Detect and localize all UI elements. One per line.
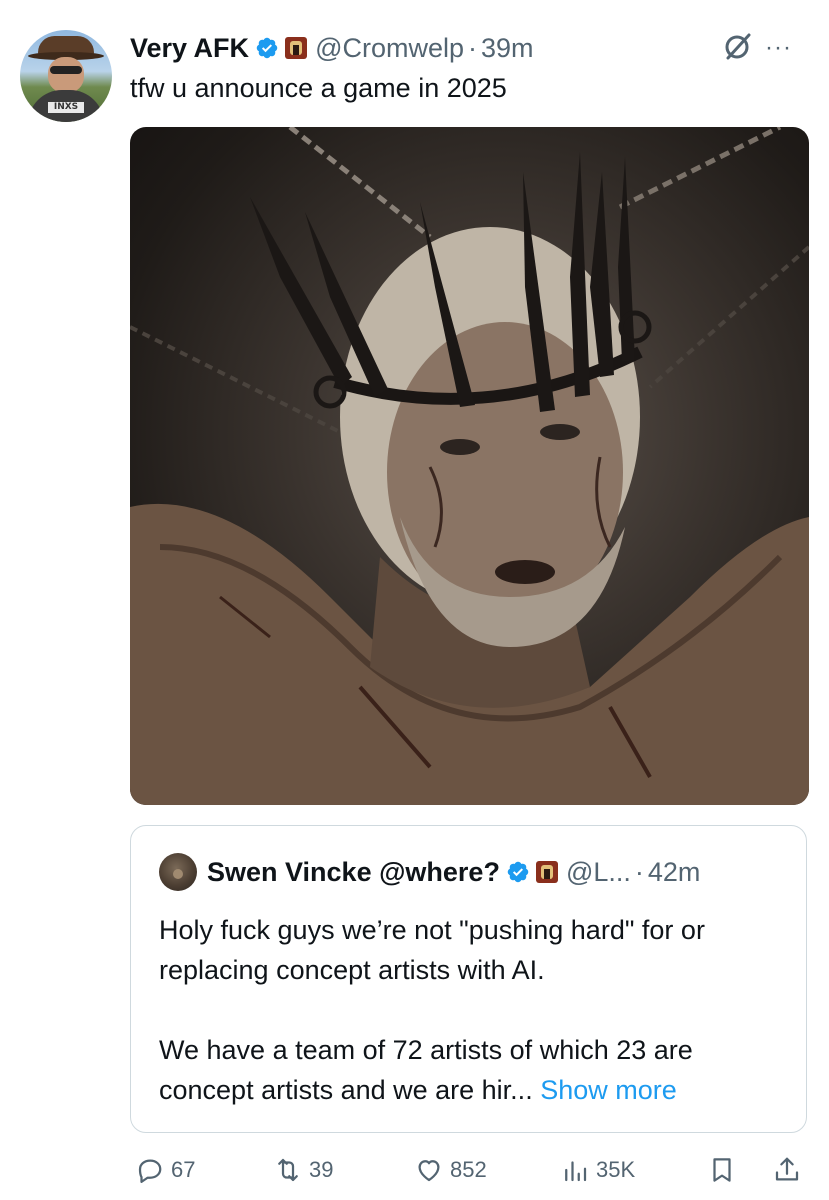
bookmark-button[interactable] xyxy=(707,1150,737,1190)
affiliate-badge-icon xyxy=(535,861,558,883)
quoted-paragraph-1: Holy fuck guys we’re not "pushing hard" … xyxy=(159,915,705,985)
quoted-author-name: Swen Vincke @where? xyxy=(207,856,500,887)
tweet-action-bar: 67 39 852 35K xyxy=(130,1150,810,1190)
author-name[interactable]: Very AFK xyxy=(130,33,249,64)
views-count: 35K xyxy=(596,1157,636,1182)
like-count: 852 xyxy=(450,1157,487,1182)
views-chart-icon xyxy=(565,1161,587,1182)
retweet-count: 39 xyxy=(309,1157,334,1182)
reply-icon xyxy=(138,1159,162,1183)
share-button[interactable] xyxy=(772,1150,802,1190)
crowned-figure-illustration xyxy=(130,127,809,805)
show-more-link[interactable]: Show more xyxy=(540,1075,677,1105)
more-options-icon[interactable]: ··· xyxy=(765,34,792,62)
quoted-tweet[interactable]: Swen Vincke @where? @L... · 42m Holy fuc… xyxy=(130,825,807,1133)
tweet-text: tfw u announce a game in 2025 xyxy=(130,73,507,103)
reply-button[interactable]: 67 xyxy=(135,1150,195,1190)
affiliate-badge-icon[interactable] xyxy=(285,37,308,59)
verified-badge-icon xyxy=(256,37,278,59)
bookmark-icon xyxy=(713,1158,731,1182)
quoted-tweet-text: Holy fuck guys we’re not "pushing hard" … xyxy=(159,910,789,1110)
grok-icon[interactable] xyxy=(722,30,754,62)
quoted-timestamp: 42m xyxy=(647,856,701,887)
quoted-paragraph-2: We have a team of 72 artists of which 23… xyxy=(159,1030,789,1110)
reply-count: 67 xyxy=(171,1157,196,1182)
heart-icon xyxy=(418,1160,440,1182)
quoted-tweet-header: Swen Vincke @where? @L... · 42m xyxy=(159,853,701,891)
quoted-author-avatar xyxy=(159,853,197,891)
retweet-button[interactable]: 39 xyxy=(273,1150,333,1190)
quoted-author-handle: @L... xyxy=(565,856,631,887)
separator-dot: · xyxy=(468,32,477,63)
views-button[interactable]: 35K xyxy=(560,1150,635,1190)
verified-badge-icon xyxy=(507,861,529,883)
tweet-header: Very AFK @Cromwelp · 39m xyxy=(130,30,534,66)
like-button[interactable]: 852 xyxy=(414,1150,487,1190)
retweet-icon xyxy=(278,1158,298,1182)
tweet-media-image[interactable] xyxy=(130,127,809,805)
share-icon xyxy=(775,1157,799,1181)
author-handle[interactable]: @Cromwelp xyxy=(315,33,464,64)
separator-dot: · xyxy=(634,856,644,887)
tweet-timestamp[interactable]: 39m xyxy=(481,33,534,64)
author-avatar[interactable]: INXS xyxy=(20,30,112,122)
